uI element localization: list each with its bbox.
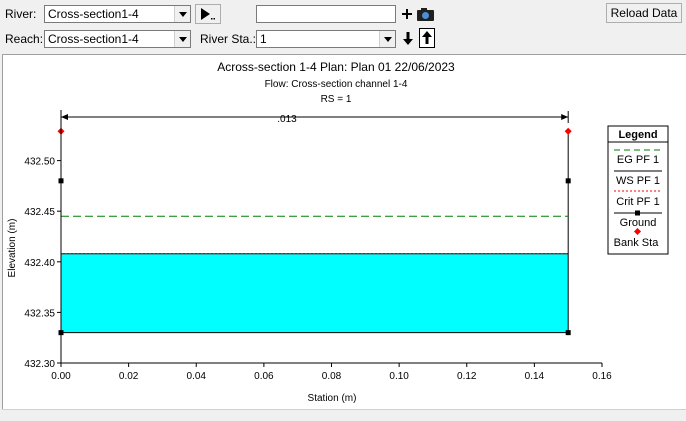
y-tick-label: 432.50 (24, 157, 55, 168)
river-select[interactable]: Cross-section1-4 (44, 5, 191, 23)
legend-item-eg: EG PF 1 (617, 154, 659, 166)
reach-label: Reach: (5, 32, 44, 46)
add-camera-button[interactable] (401, 6, 435, 22)
x-tick-label: 0.16 (592, 371, 612, 382)
camera-icon (402, 8, 434, 21)
reach-select-value: Cross-section1-4 (48, 32, 139, 46)
x-tick-label: 0.08 (322, 371, 342, 382)
play-button[interactable] (195, 4, 221, 24)
search-field[interactable] (256, 5, 396, 23)
play-icon (201, 8, 215, 20)
x-tick-label: 0.04 (187, 371, 207, 382)
cross-section-chart: Across-section 1-4 Plan: Plan 01 22/06/2… (7, 60, 669, 404)
x-tick-label: 0.14 (525, 371, 545, 382)
ground-point (565, 330, 571, 336)
legend: Legend EG PF 1 WS PF 1 Crit PF 1 Ground … (607, 125, 669, 255)
y-axis-label: Elevation (m) (7, 219, 18, 278)
down-arrow-icon (403, 32, 413, 45)
chevron-down-icon (174, 6, 190, 22)
legend-item-ground: Ground (620, 217, 657, 229)
legend-item-bank: Bank Sta (614, 237, 660, 249)
reach-select[interactable]: Cross-section1-4 (44, 30, 191, 48)
manning-arrow-right (561, 114, 569, 120)
x-axis-label: Station (m) (308, 393, 357, 404)
up-arrow-icon (422, 31, 432, 44)
x-tick-label: 0.10 (389, 371, 409, 382)
next-station-button[interactable] (401, 29, 415, 49)
x-tick-label: 0.12 (457, 371, 477, 382)
y-tick-label: 432.40 (24, 258, 55, 269)
legend-item-ws: WS PF 1 (616, 175, 660, 187)
y-tick-label: 432.30 (24, 359, 55, 370)
horizontal-scrollbar[interactable] (2, 409, 686, 421)
y-tick-label: 432.45 (24, 207, 55, 218)
legend-ground-marker (635, 210, 640, 216)
chart-title: Across-section 1-4 Plan: Plan 01 22/06/2… (217, 60, 455, 74)
legend-item-crit: Crit PF 1 (616, 196, 659, 208)
bank-station-marker (564, 127, 572, 135)
chevron-down-icon (174, 31, 190, 47)
river-select-value: Cross-section1-4 (48, 7, 139, 21)
x-tick-label: 0.06 (254, 371, 274, 382)
chevron-down-icon (379, 31, 395, 47)
manning-n-label: .013 (277, 114, 297, 125)
y-tick-label: 432.35 (24, 308, 55, 319)
legend-box (607, 125, 669, 255)
legend-title: Legend (618, 129, 657, 141)
water-area (61, 253, 569, 333)
ground-point (565, 178, 571, 184)
rs-label: RS = 1 (321, 94, 352, 105)
river-sta-value: 1 (260, 32, 267, 46)
manning-arrow-left (61, 114, 68, 120)
chart-subtitle: Flow: Cross-section channel 1-4 (265, 79, 408, 90)
river-sta-label: River Sta.: (200, 32, 257, 46)
river-label: River: (5, 7, 37, 21)
prev-station-button[interactable] (419, 28, 435, 48)
cross-section-plot-panel: Across-section 1-4 Plan: Plan 01 22/06/2… (2, 54, 686, 409)
reload-data-button[interactable]: Reload Data (606, 3, 682, 23)
reload-data-label: Reload Data (610, 6, 678, 20)
x-tick-label: 0.02 (119, 371, 139, 382)
river-sta-select[interactable]: 1 (256, 30, 396, 48)
x-tick-label: 0.00 (51, 371, 71, 382)
